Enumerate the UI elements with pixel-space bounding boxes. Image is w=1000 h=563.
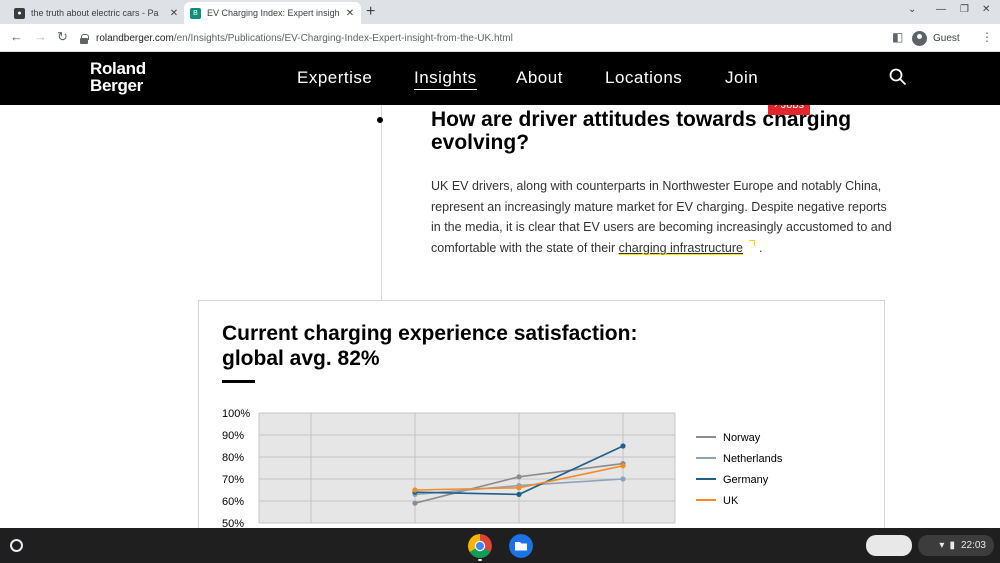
- nav-locations[interactable]: Locations: [605, 68, 682, 88]
- y-tick-label: 60%: [222, 496, 244, 508]
- data-point: [412, 487, 418, 493]
- y-tick-label: 70%: [222, 474, 244, 486]
- data-point: [516, 485, 522, 491]
- battery-icon: ▮: [949, 540, 955, 551]
- data-point: [516, 474, 522, 480]
- restore-icon[interactable]: ❐: [960, 4, 969, 15]
- data-point: [516, 491, 522, 497]
- close-window-icon[interactable]: ✕: [982, 4, 990, 15]
- article-paragraph: UK EV drivers, along with counterparts i…: [431, 176, 893, 258]
- charging-infrastructure-link[interactable]: charging infrastructure: [618, 240, 743, 255]
- tab-strip: ● the truth about electric cars - Pa ✕ B…: [0, 0, 1000, 24]
- legend-label: UK: [723, 495, 739, 507]
- link-marker-icon: [748, 239, 755, 246]
- reload-icon[interactable]: ↻: [57, 30, 68, 44]
- profile-button[interactable]: Guest: [912, 28, 960, 48]
- chevron-down-icon[interactable]: ⌄: [908, 4, 916, 15]
- nav-expertise[interactable]: Expertise: [297, 68, 372, 88]
- chart-title-line-1: Current charging experience satisfaction…: [222, 322, 638, 345]
- url-path: /en/Insights/Publications/EV-Charging-In…: [173, 32, 513, 44]
- side-panel-icon[interactable]: ◧: [892, 30, 903, 44]
- line-chart: 100% 90% 80% 70% 60% 50% Norway Netherlands Germ…: [222, 408, 783, 528]
- legend-label: Netherlands: [723, 453, 783, 465]
- data-point: [620, 463, 626, 469]
- launcher-icon[interactable]: [10, 539, 23, 552]
- paragraph-end: .: [758, 240, 763, 255]
- address-bar[interactable]: rolandberger.com /en/Insights/Publicatio…: [80, 27, 880, 49]
- menu-icon[interactable]: ⋮: [981, 30, 993, 44]
- chrome-icon[interactable]: [468, 534, 492, 558]
- chart-title: Current charging experience satisfaction…: [222, 321, 722, 371]
- nav-insights[interactable]: Insights: [414, 68, 477, 90]
- tab-title: EV Charging Index: Expert insigh: [207, 8, 339, 18]
- avatar-icon: [912, 30, 927, 46]
- chart-card: Current charging experience satisfaction…: [198, 300, 885, 528]
- logo-line-1: Roland: [90, 59, 146, 78]
- forward-icon[interactable]: →: [34, 30, 47, 44]
- files-icon[interactable]: [509, 534, 533, 558]
- roland-berger-logo[interactable]: Roland Berger: [90, 60, 146, 94]
- chart-title-line-2: global avg. 82%: [222, 347, 380, 370]
- y-tick-label: 100%: [222, 408, 250, 420]
- data-point: [412, 500, 418, 506]
- title-underline: [222, 380, 255, 383]
- legend-label: Norway: [723, 432, 761, 444]
- tray-app-icon[interactable]: [866, 535, 912, 556]
- profile-label: Guest: [933, 32, 960, 44]
- site-header: Roland Berger Expertise Insights About L…: [0, 52, 1000, 105]
- status-tray[interactable]: ▾ ▮ 22:03: [918, 535, 994, 556]
- jobs-button[interactable]: › Jobs: [768, 105, 810, 115]
- wifi-icon: ▾: [939, 540, 945, 551]
- browser-toolbar: ← → ↻ rolandberger.com /en/Insights/Publ…: [0, 24, 1000, 52]
- article-content: How are driver attitudes towards chargin…: [0, 105, 1000, 528]
- os-shelf: ▾ ▮ 22:03: [0, 528, 1000, 563]
- data-point: [620, 443, 626, 449]
- bullet: [377, 117, 383, 123]
- data-point: [620, 476, 626, 482]
- tab-favicon: ●: [14, 7, 25, 19]
- clock: 22:03: [960, 540, 986, 551]
- close-icon[interactable]: ✕: [345, 8, 355, 19]
- minimize-icon[interactable]: —: [936, 4, 946, 15]
- close-icon[interactable]: ✕: [169, 8, 179, 19]
- tab-electric-cars[interactable]: ● the truth about electric cars - Pa ✕: [8, 2, 185, 24]
- tab-title: the truth about electric cars - Pa: [31, 8, 159, 18]
- y-tick-label: 80%: [222, 452, 244, 464]
- nav-about[interactable]: About: [516, 68, 563, 88]
- nav-join[interactable]: Join: [725, 68, 758, 88]
- running-indicator: [478, 559, 482, 561]
- legend-label: Germany: [723, 474, 769, 486]
- back-icon[interactable]: ←: [10, 30, 23, 44]
- logo-line-2: Berger: [90, 76, 144, 95]
- section-heading: How are driver attitudes towards chargin…: [431, 108, 852, 154]
- url-host: rolandberger.com: [96, 32, 174, 44]
- lock-icon: [80, 33, 89, 44]
- y-tick-label: 90%: [222, 430, 244, 442]
- divider: [381, 105, 382, 300]
- tab-ev-charging-index[interactable]: B EV Charging Index: Expert insigh ✕: [184, 2, 361, 24]
- new-tab-button[interactable]: +: [366, 3, 375, 21]
- search-icon[interactable]: [889, 68, 907, 86]
- y-tick-label: 50%: [222, 518, 244, 528]
- tab-favicon: B: [190, 7, 201, 19]
